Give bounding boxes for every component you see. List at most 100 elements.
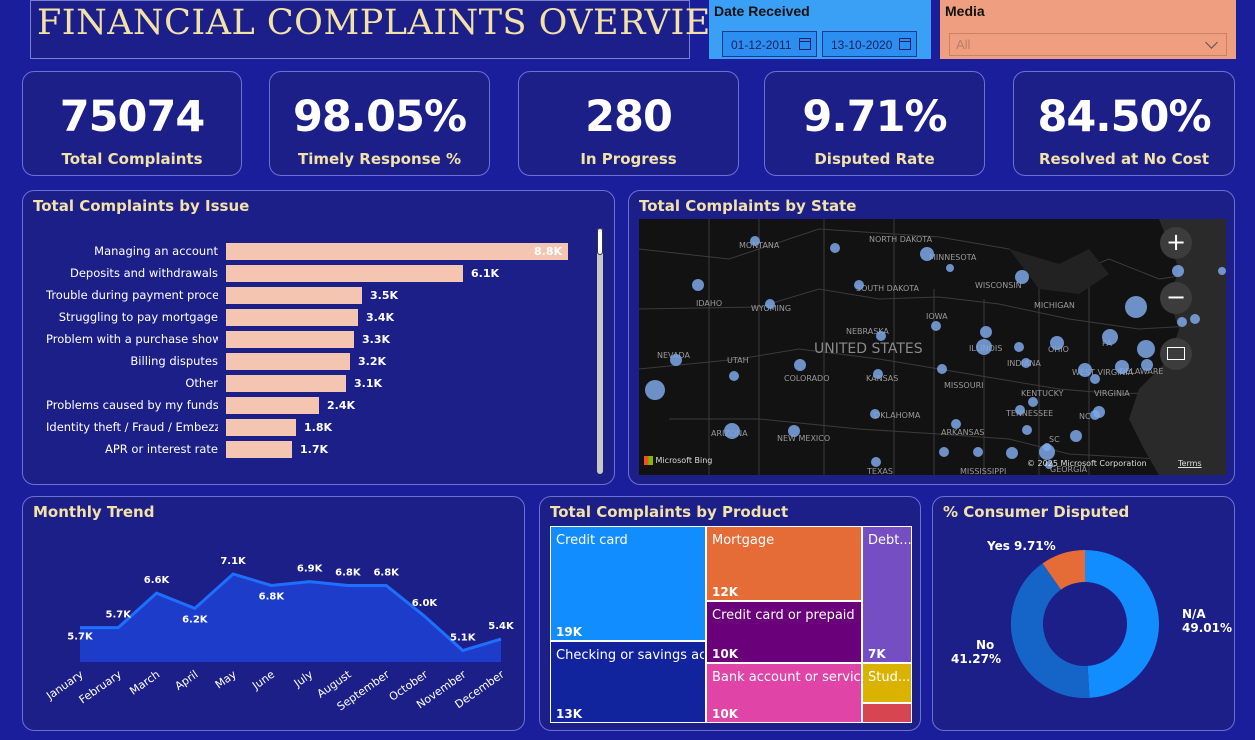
- state-bubble[interactable]: [1093, 406, 1105, 418]
- state-bubble[interactable]: [871, 457, 881, 467]
- state-bubble[interactable]: [1015, 270, 1029, 284]
- bar-category-label: Problems caused by my funds ...: [46, 398, 218, 412]
- issue-bar[interactable]: [226, 287, 362, 304]
- state-bubble[interactable]: [1015, 405, 1025, 415]
- tile-label: Debt...: [868, 533, 912, 548]
- state-bubble[interactable]: [1115, 360, 1129, 374]
- state-bubble[interactable]: [1070, 430, 1082, 442]
- state-bubble[interactable]: [1172, 265, 1184, 277]
- state-bubble[interactable]: [1141, 359, 1153, 371]
- issue-bar[interactable]: [226, 375, 346, 392]
- state-label: SC: [1049, 435, 1060, 444]
- state-bubble[interactable]: [1021, 358, 1031, 368]
- state-label: ARKANSAS: [941, 428, 985, 437]
- state-label: KENTUCKY: [1021, 389, 1064, 398]
- trend-data-label: 6.0K: [412, 598, 439, 609]
- issue-bar[interactable]: [226, 265, 463, 282]
- issues-scrollbar-thumb[interactable]: [597, 228, 603, 255]
- state-bubble[interactable]: [1028, 397, 1038, 407]
- state-label: WISCONSIN: [975, 281, 1022, 290]
- treemap-tile-bank-account[interactable]: Bank account or service 10K: [706, 663, 862, 723]
- state-bubble[interactable]: [937, 364, 947, 374]
- state-label: TEXAS: [867, 467, 893, 475]
- monthly-trend-chart: 5.7KJanuary5.7KFebruary6.6KMarch6.2KApri…: [43, 556, 515, 713]
- issue-bar[interactable]: [226, 309, 358, 326]
- kpi-card-disputed-rate: 9.71% Disputed Rate: [764, 71, 985, 176]
- map-select-button[interactable]: [1160, 338, 1192, 370]
- product-title: Total Complaints by Product: [550, 503, 789, 521]
- treemap-tile-mortgage[interactable]: Mortgage 12K: [706, 526, 862, 601]
- state-bubble[interactable]: [1078, 363, 1092, 377]
- state-bubble[interactable]: [931, 321, 941, 331]
- state-label: MINNESOTA: [929, 253, 977, 262]
- state-bubble[interactable]: [1014, 342, 1024, 352]
- treemap-tile-credit-card[interactable]: Credit card 19K: [550, 526, 706, 641]
- state-bubble[interactable]: [670, 354, 682, 366]
- state-bubble[interactable]: [870, 409, 880, 419]
- treemap-tile-credit-prepaid[interactable]: Credit card or prepaid ... 10K: [706, 601, 862, 663]
- state-bubble[interactable]: [973, 447, 983, 457]
- state-bubble[interactable]: [830, 243, 840, 253]
- date-to-input[interactable]: 13-10-2020: [822, 31, 917, 57]
- date-from-input[interactable]: 01-12-2011: [722, 31, 817, 57]
- zoom-out-button[interactable]: −: [1160, 282, 1192, 314]
- state-bubble[interactable]: [1090, 374, 1100, 384]
- us-map[interactable]: MONTANA NORTH DAKOTA MINNESOTA SOUTH DAKOTA…: [639, 219, 1226, 475]
- state-bubble[interactable]: [876, 331, 886, 341]
- state-bubble[interactable]: [1218, 267, 1226, 275]
- state-bubble[interactable]: [920, 247, 934, 261]
- issue-bar[interactable]: [226, 397, 319, 414]
- state-label: IDAHO: [696, 299, 723, 308]
- treemap-tile-other[interactable]: [862, 703, 912, 723]
- state-bubble[interactable]: [946, 264, 954, 272]
- bar-category-label: Trouble during payment process: [46, 288, 218, 302]
- state-bubble[interactable]: [854, 280, 864, 290]
- state-bubble[interactable]: [1102, 329, 1118, 345]
- calendar-icon[interactable]: [799, 38, 811, 50]
- state-bubble[interactable]: [794, 359, 806, 371]
- disputed-title: % Consumer Disputed: [943, 503, 1130, 521]
- state-bubble[interactable]: [1050, 336, 1064, 350]
- state-label: TENNESSEE: [1006, 409, 1054, 418]
- state-bubble[interactable]: [1125, 296, 1147, 318]
- issue-bar[interactable]: [226, 243, 568, 260]
- media-dropdown[interactable]: All: [949, 33, 1227, 56]
- state-bubble[interactable]: [724, 423, 740, 439]
- calendar-icon[interactable]: [899, 38, 911, 50]
- treemap-tile-debt[interactable]: Debt... 7K: [862, 526, 912, 663]
- media-slicer[interactable]: Media All: [940, 0, 1236, 59]
- state-bubble[interactable]: [1190, 314, 1200, 324]
- treemap-tile-student[interactable]: Stud...: [862, 663, 912, 703]
- state-bubble[interactable]: [873, 369, 883, 379]
- state-bubble[interactable]: [692, 279, 704, 291]
- state-label: COLORADO: [784, 374, 830, 383]
- state-bubble[interactable]: [1137, 340, 1155, 358]
- bar-data-label: 1.7K: [300, 443, 329, 456]
- state-bubble[interactable]: [1022, 425, 1032, 435]
- issue-bar[interactable]: [226, 331, 354, 348]
- kpi-label: Disputed Rate: [814, 150, 935, 168]
- state-bubble[interactable]: [645, 380, 665, 400]
- bing-logo: Microsoft Bing: [644, 456, 712, 465]
- state-bubble[interactable]: [976, 339, 992, 355]
- tile-label: Bank account or service: [712, 670, 860, 685]
- state-bubble[interactable]: [750, 236, 760, 246]
- state-bubble[interactable]: [1177, 317, 1187, 327]
- state-bubble[interactable]: [939, 447, 949, 457]
- treemap-tile-checking-savings[interactable]: Checking or savings ac... 13K: [550, 641, 706, 723]
- trend-x-tick-label: July: [291, 668, 316, 691]
- state-bubble[interactable]: [951, 419, 961, 429]
- date-received-slicer[interactable]: Date Received 01-12-2011 13-10-2020: [709, 0, 931, 59]
- issues-scrollbar[interactable]: [597, 228, 603, 474]
- state-bubble[interactable]: [729, 371, 739, 381]
- state-bubble[interactable]: [1006, 447, 1018, 459]
- issue-bar[interactable]: [226, 441, 292, 458]
- state-bubble[interactable]: [765, 299, 775, 309]
- map-terms-link[interactable]: Terms: [1178, 459, 1202, 468]
- state-bubble[interactable]: [1043, 443, 1051, 451]
- issue-bar[interactable]: [226, 419, 296, 436]
- state-bubble[interactable]: [980, 326, 992, 338]
- state-bubble[interactable]: [788, 425, 800, 437]
- issue-bar[interactable]: [226, 353, 350, 370]
- zoom-in-button[interactable]: +: [1160, 227, 1192, 259]
